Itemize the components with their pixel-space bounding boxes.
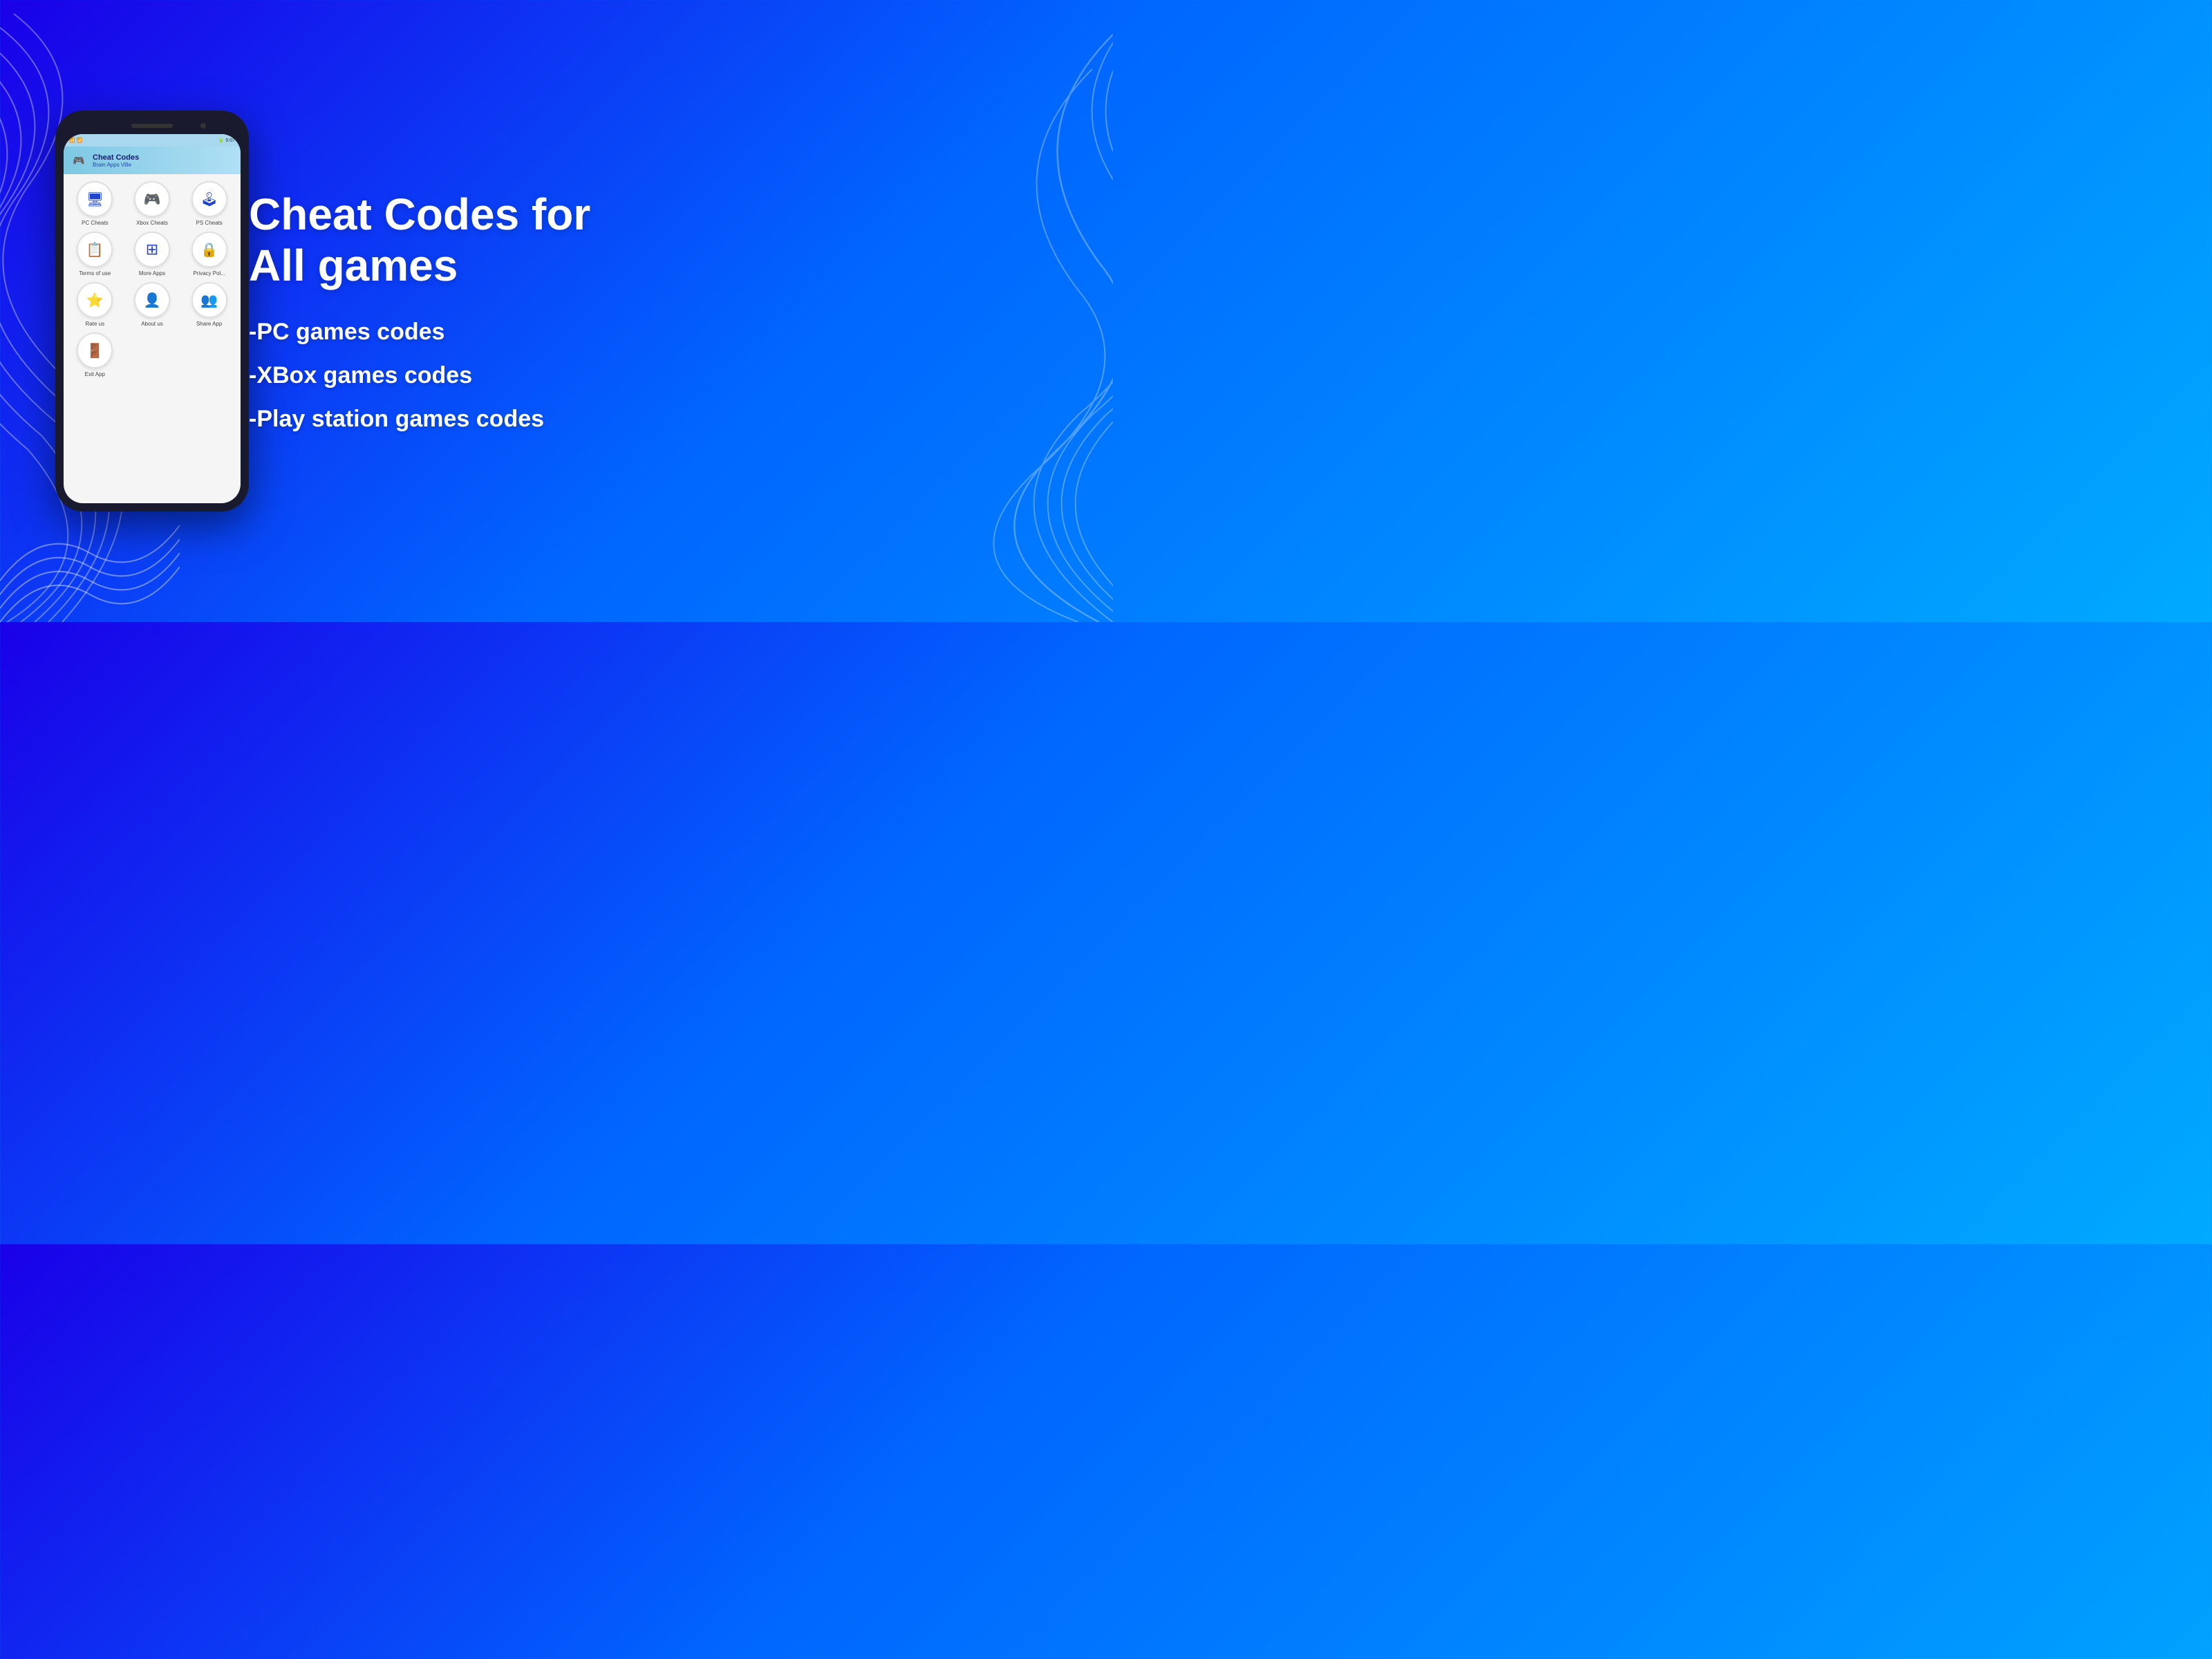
app-title: Cheat Codes <box>93 153 139 162</box>
grid-item-pc-cheats[interactable]: 🖥 PC Cheats <box>69 181 121 226</box>
pc-cheats-icon: 🖥 <box>77 181 113 217</box>
feature-item-xbox: -XBox games codes <box>249 362 1065 389</box>
feature-item-ps: -Play station games codes <box>249 406 1065 433</box>
grid-item-rate-us[interactable]: ⭐ Rate us <box>69 282 121 327</box>
grid-item-terms[interactable]: 📋 Terms of use <box>69 232 121 276</box>
status-bar: 📶 📶 🔋 9:07 <box>64 134 241 147</box>
terms-label: Terms of use <box>79 270 111 276</box>
headline-line1: Cheat Codes for <box>249 189 590 239</box>
exit-app-label: Exit App <box>85 371 105 377</box>
grid-item-more-apps[interactable]: ⊞ More Apps <box>126 232 178 276</box>
grid-item-about-us[interactable]: 👤 About us <box>126 282 178 327</box>
more-apps-label: More Apps <box>139 270 165 276</box>
app-subtitle: Brain Apps Ville <box>93 162 139 168</box>
status-signal: 📶 📶 <box>69 138 82 143</box>
right-content: Cheat Codes for All games -PC games code… <box>194 162 1106 460</box>
phone-speaker <box>131 124 173 128</box>
terms-icon: 📋 <box>77 232 113 268</box>
about-us-label: About us <box>141 321 163 327</box>
xbox-cheats-label: Xbox Cheats <box>136 220 168 226</box>
more-apps-icon: ⊞ <box>134 232 170 268</box>
status-time-battery: 🔋 9:07 <box>218 138 235 143</box>
headline: Cheat Codes for All games <box>249 189 1065 291</box>
rate-us-label: Rate us <box>86 321 105 327</box>
feature-item-pc: -PC games codes <box>249 319 1065 346</box>
exit-app-icon: 🚪 <box>77 332 113 368</box>
grid-item-exit-app[interactable]: 🚪 Exit App <box>69 332 121 377</box>
about-us-icon: 👤 <box>134 282 170 318</box>
headline-line2: All games <box>249 241 458 290</box>
rate-us-icon: ⭐ <box>77 282 113 318</box>
phone-camera <box>200 123 206 129</box>
feature-list: -PC games codes -XBox games codes -Play … <box>249 319 1065 433</box>
pc-cheats-label: PC Cheats <box>82 220 109 226</box>
app-header-icon: 🎮 <box>71 152 87 169</box>
xbox-cheats-icon: 🎮 <box>134 181 170 217</box>
grid-item-xbox-cheats[interactable]: 🎮 Xbox Cheats <box>126 181 178 226</box>
